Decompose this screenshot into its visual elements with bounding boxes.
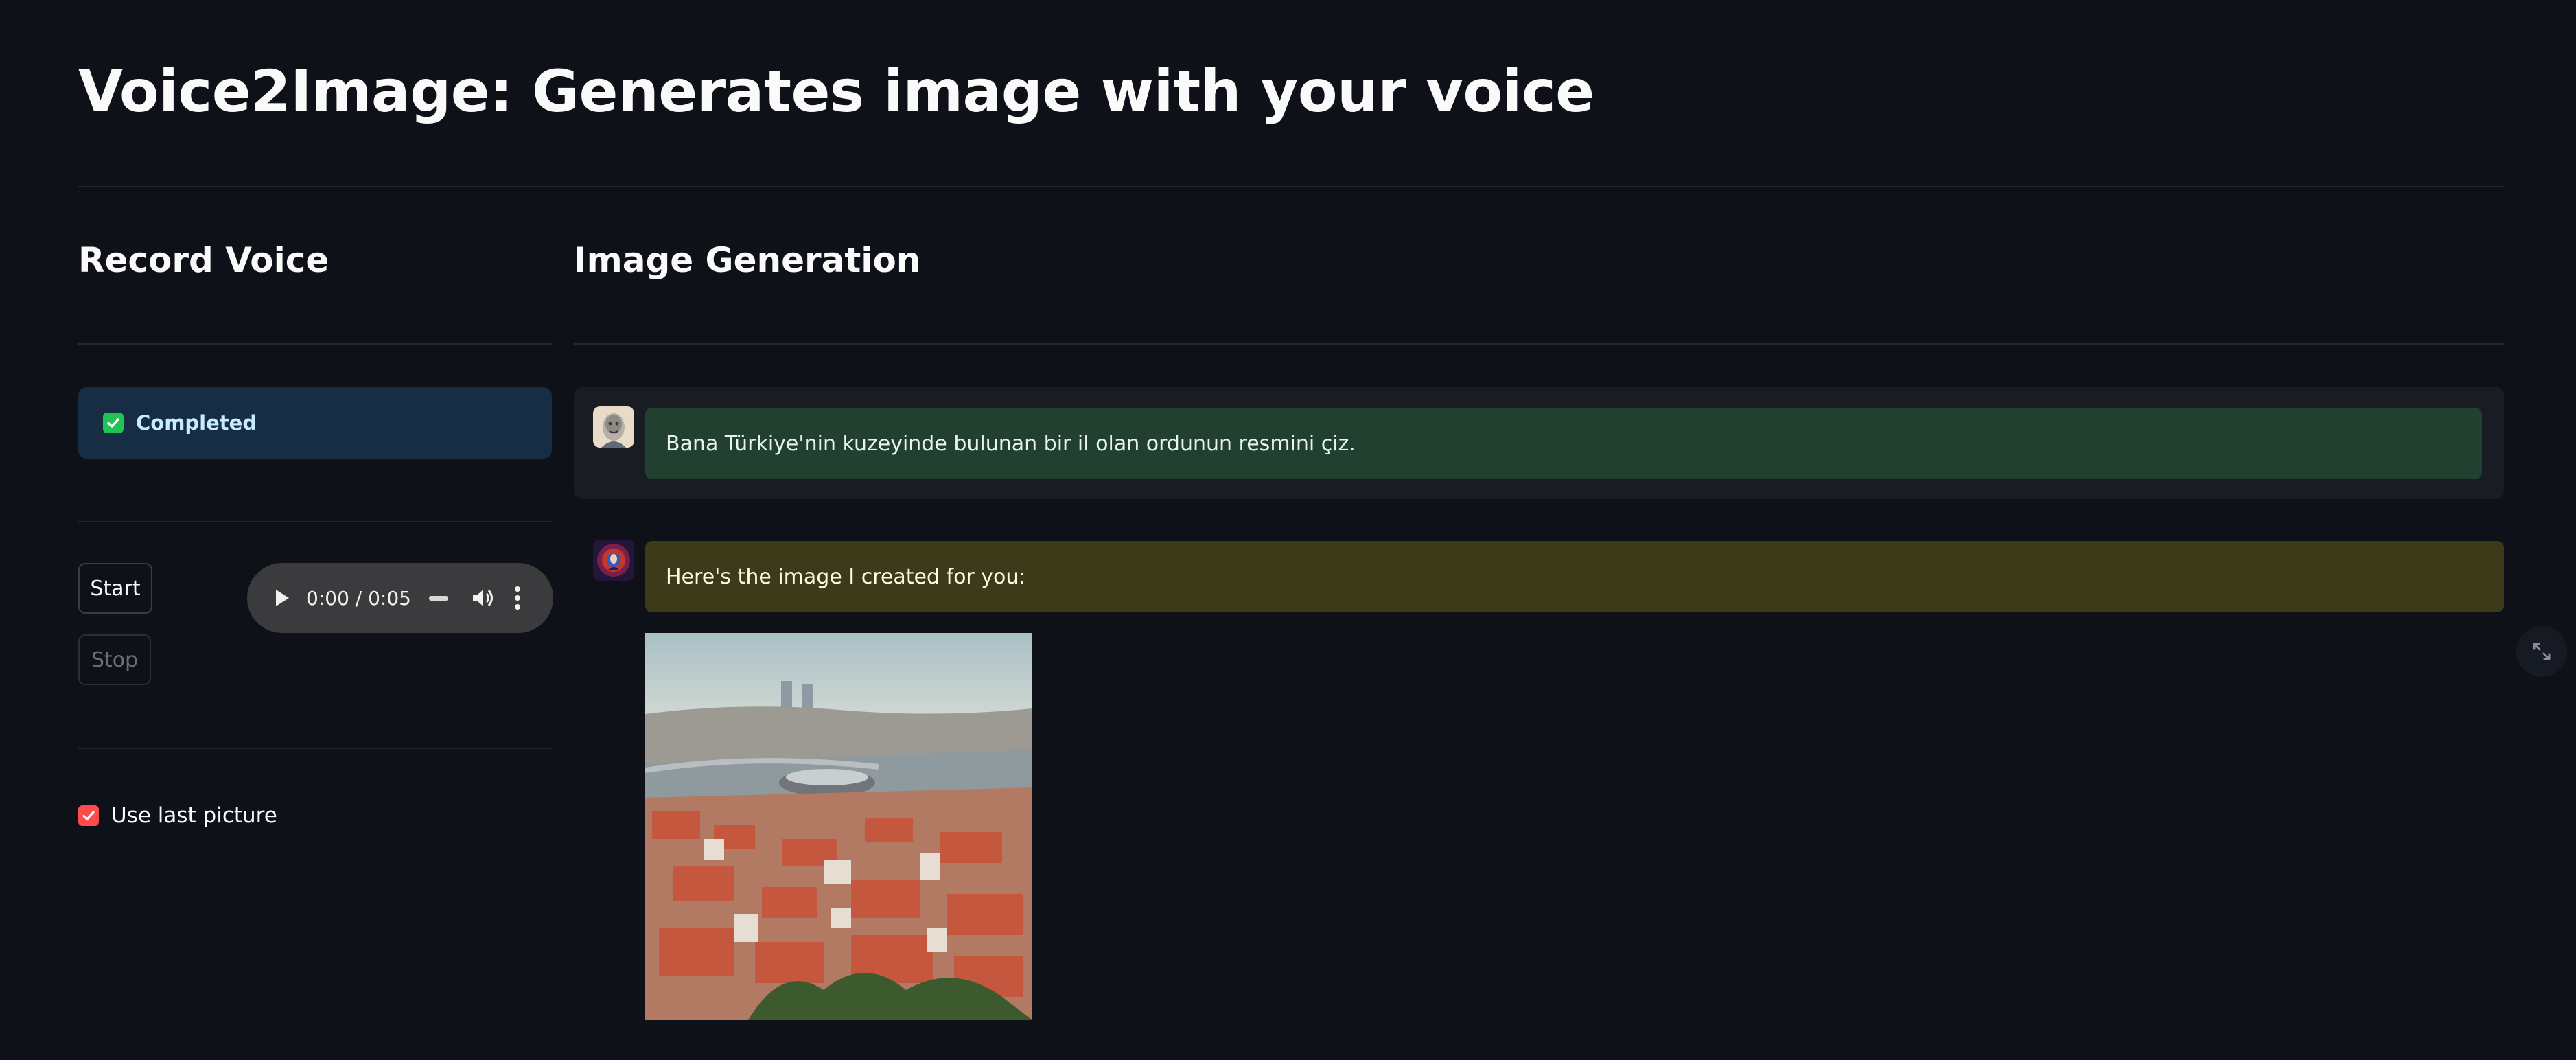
more-icon[interactable] <box>514 586 521 610</box>
use-last-picture-label: Use last picture <box>111 803 277 828</box>
page-title: Voice2Image: Generates image with your v… <box>78 58 1594 125</box>
assistant-message-text: Here's the image I created for you: <box>645 541 2504 612</box>
checkbox-icon[interactable] <box>78 805 99 826</box>
audio-time: 0:00 / 0:05 <box>306 586 411 610</box>
volume-icon[interactable] <box>472 586 495 610</box>
check-icon <box>103 413 124 433</box>
record-voice-heading: Record Voice <box>78 240 329 280</box>
stop-button[interactable]: Stop <box>78 634 151 685</box>
divider-top <box>78 186 2504 187</box>
status-alert: Completed <box>78 387 552 459</box>
play-icon[interactable] <box>272 588 292 608</box>
assistant-avatar <box>593 540 634 581</box>
divider-left-3 <box>78 748 552 749</box>
generated-image[interactable] <box>645 633 1032 1020</box>
user-avatar <box>593 406 634 448</box>
divider-right <box>574 343 2504 345</box>
divider-left-1 <box>78 343 552 345</box>
status-text: Completed <box>136 411 257 435</box>
expand-icon[interactable] <box>2516 626 2567 677</box>
start-button[interactable]: Start <box>78 563 152 614</box>
use-last-picture-checkbox[interactable]: Use last picture <box>78 803 277 828</box>
image-generation-heading: Image Generation <box>574 240 921 280</box>
audio-progress-slider[interactable] <box>429 595 448 601</box>
audio-player: 0:00 / 0:05 <box>247 563 553 633</box>
user-message-text: Bana Türkiye'nin kuzeyinde bulunan bir i… <box>645 408 2482 479</box>
divider-left-2 <box>78 521 552 522</box>
